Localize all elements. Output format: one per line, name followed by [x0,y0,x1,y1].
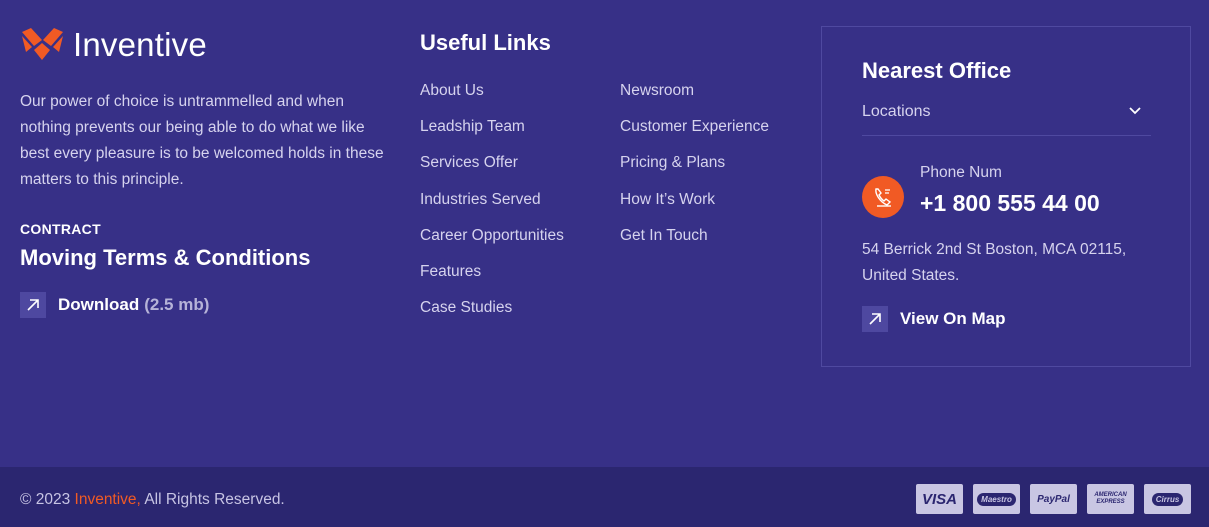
phone-label: Phone Num [920,164,1002,181]
copyright-text: © 2023 Inventive, All Rights Reserved. [20,491,285,509]
download-link[interactable]: Download (2.5 mb) [20,292,209,318]
brand-name: Inventive [73,26,207,63]
links-column-1: About Us Leadship Team Services Offer In… [420,81,564,334]
contract-title: Moving Terms & Conditions [20,245,311,270]
cirrus-card-icon: Cirrus [1144,484,1191,514]
visa-card-icon: VISA [916,484,963,514]
link-leadship-team[interactable]: Leadship Team [420,117,564,153]
arrow-up-right-icon [862,306,888,332]
link-how-its-work[interactable]: How It’s Work [620,190,769,226]
brand-logo[interactable]: Inventive [20,26,207,64]
locations-select[interactable]: Locations [862,103,1151,136]
link-newsroom[interactable]: Newsroom [620,81,769,117]
copyright-brand-link[interactable]: Inventive, [75,491,141,508]
link-case-studies[interactable]: Case Studies [420,298,564,334]
maestro-card-label: Maestro [977,492,1016,506]
maestro-card-icon: Maestro [973,484,1020,514]
office-address: 54 Berrick 2nd St Boston, MCA 02115, Uni… [862,241,1127,284]
footer-main: Inventive Our power of choice is untramm… [0,0,1209,467]
about-text: Our power of choice is untrammelled and … [20,93,384,188]
phone-number[interactable]: +1 800 555 44 00 [920,190,1100,217]
link-customer-experience[interactable]: Customer Experience [620,117,769,153]
link-pricing-plans[interactable]: Pricing & Plans [620,153,769,189]
useful-links-title: Useful Links [420,30,551,55]
link-career-opportunities[interactable]: Career Opportunities [420,226,564,262]
view-on-map-label: View On Map [900,309,1006,328]
footer-bottom-bar: © 2023 Inventive, All Rights Reserved. V… [0,467,1209,527]
link-get-in-touch[interactable]: Get In Touch [620,226,769,262]
link-industries-served[interactable]: Industries Served [420,190,564,226]
link-features[interactable]: Features [420,262,564,298]
chevron-down-icon [1129,107,1141,115]
arrow-up-right-icon [20,292,46,318]
download-label: Download [58,295,140,314]
copyright-suffix: All Rights Reserved. [140,491,285,508]
link-about-us[interactable]: About Us [420,81,564,117]
contract-label: CONTRACT [20,221,101,237]
links-column-2: Newsroom Customer Experience Pricing & P… [620,81,769,262]
payment-cards: VISA Maestro PayPal AMERICAN EXPRESS Cir… [916,484,1191,514]
nearest-office-panel: Nearest Office Locations Phone Num +1 80… [821,26,1191,367]
amex-card-icon: AMERICAN EXPRESS [1087,484,1134,514]
paypal-card-icon: PayPal [1030,484,1077,514]
logo-icon [22,28,63,60]
download-size: (2.5 mb) [144,295,210,314]
phone-icon [862,176,904,218]
view-on-map-link[interactable]: View On Map [862,306,1006,332]
copyright-prefix: © 2023 [20,491,75,508]
link-services-offer[interactable]: Services Offer [420,153,564,189]
office-title: Nearest Office [862,58,1012,83]
cirrus-card-label: Cirrus [1151,492,1184,506]
locations-select-value: Locations [862,103,931,120]
